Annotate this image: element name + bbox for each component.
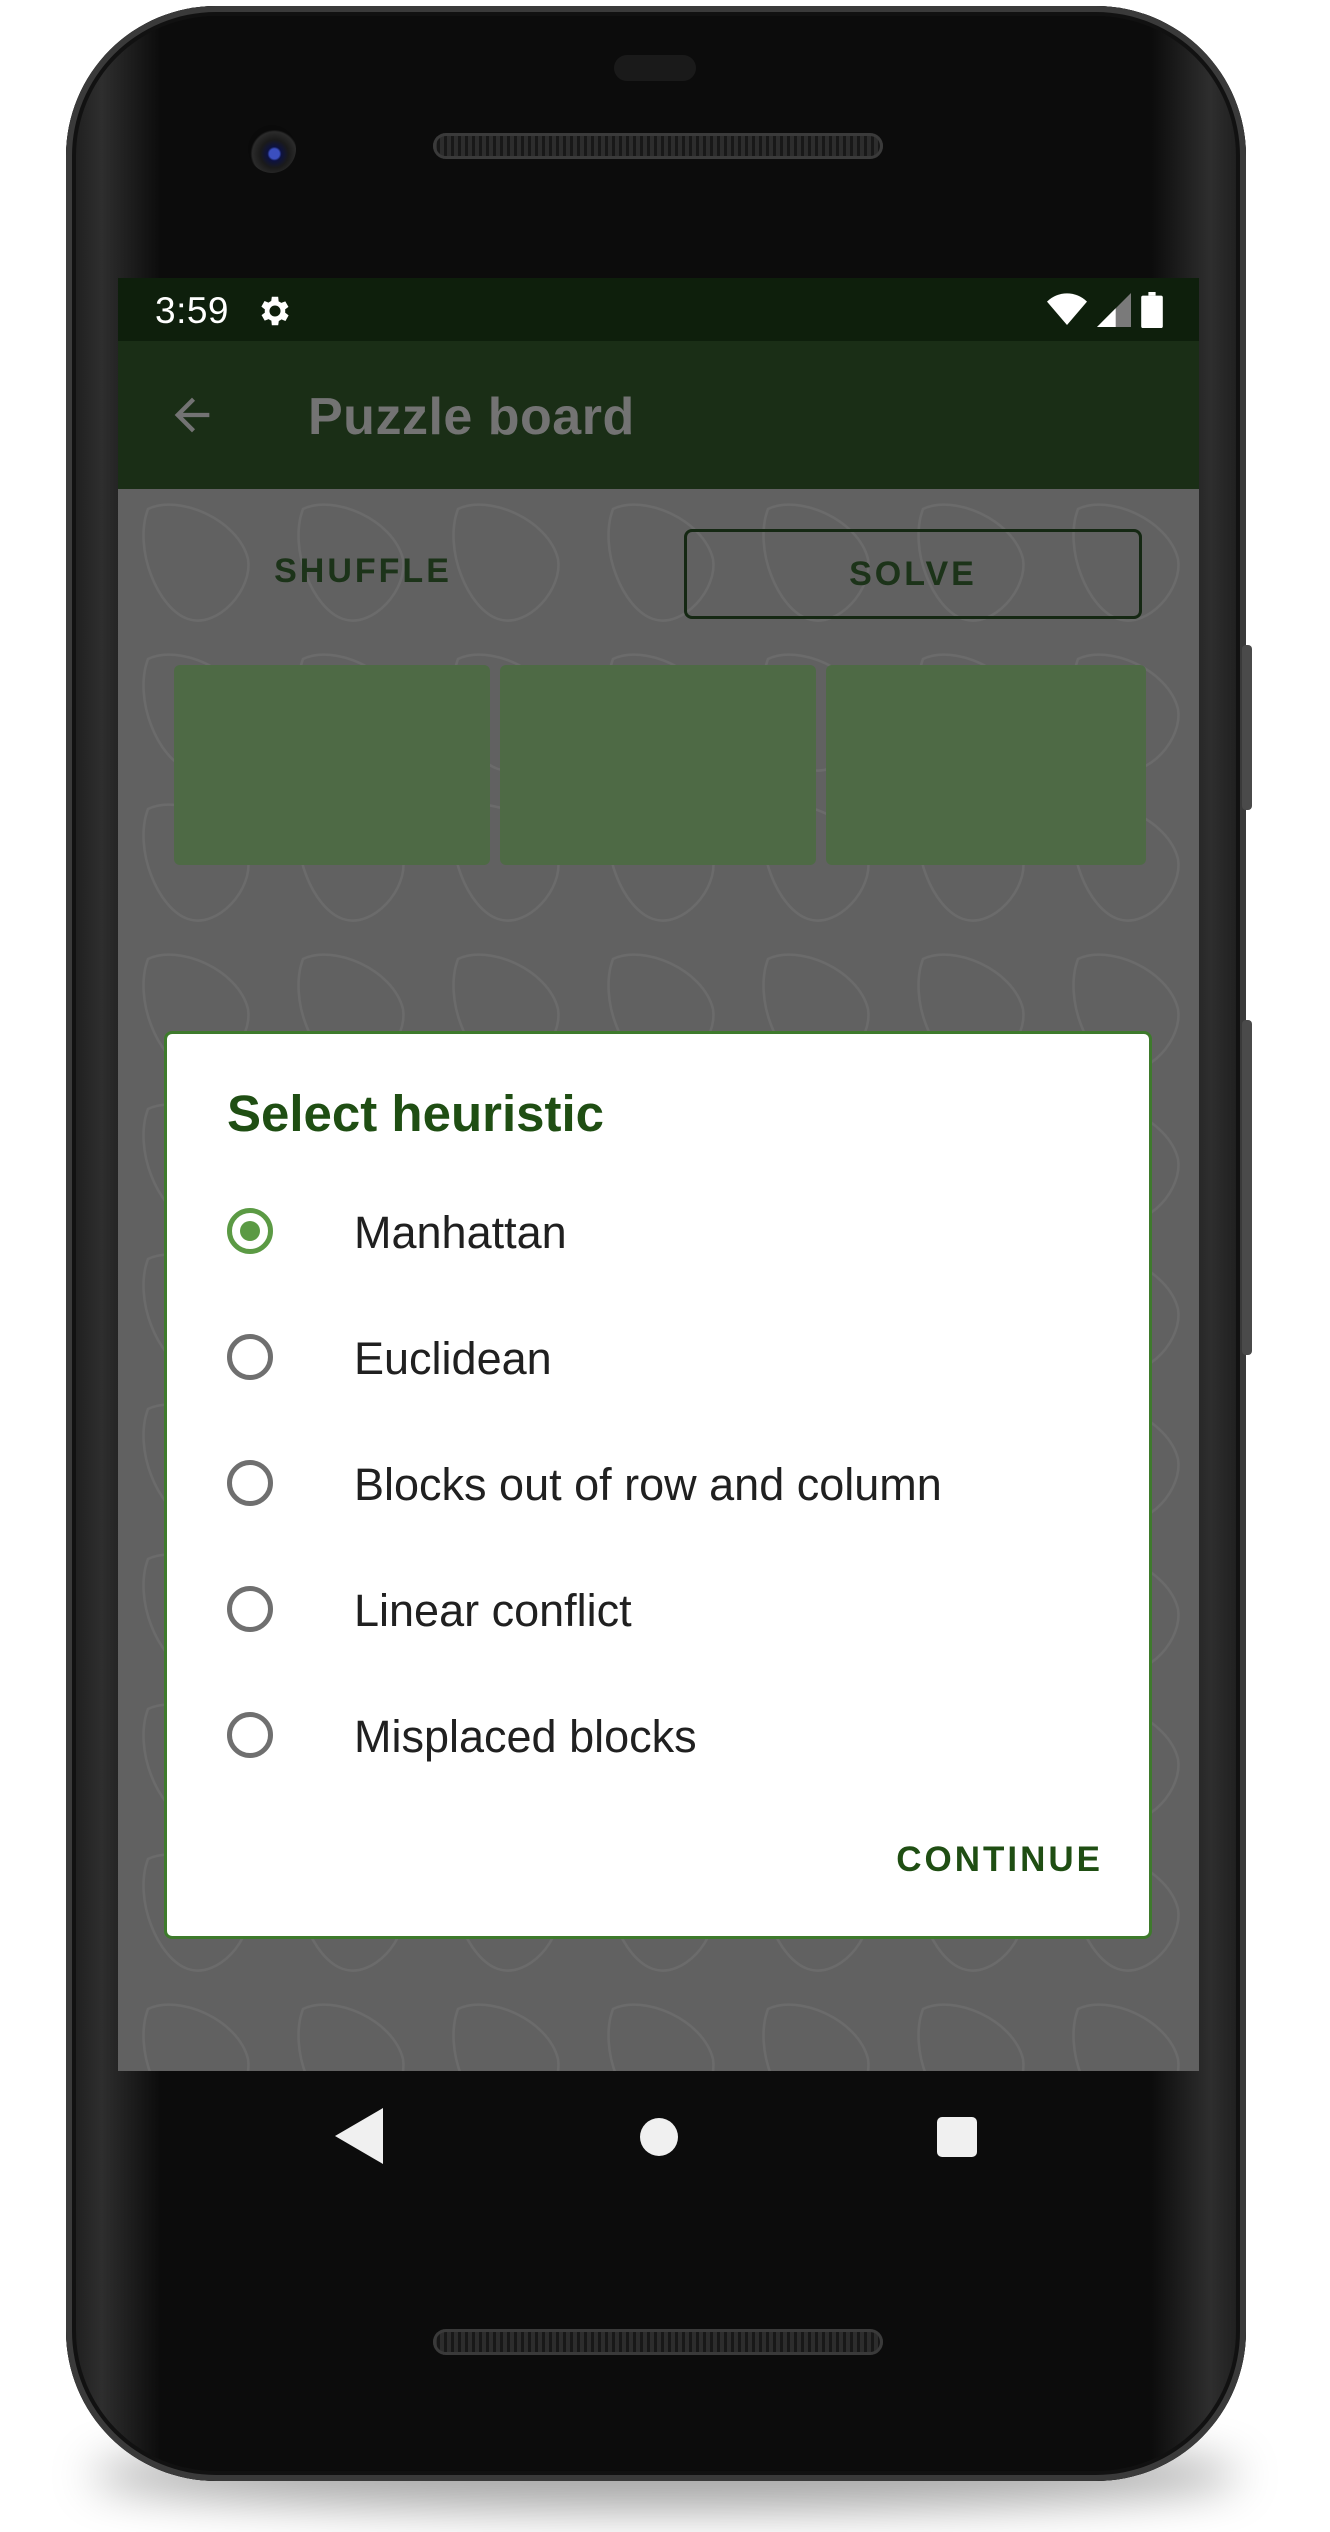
bottom-speaker — [433, 2329, 883, 2355]
power-button — [1242, 645, 1252, 810]
continue-button[interactable]: CONTINUE — [896, 1840, 1103, 1880]
radio-unchecked-icon[interactable] — [227, 1460, 273, 1506]
radio-unchecked-icon[interactable] — [227, 1712, 273, 1758]
option-label: Linear conflict — [354, 1585, 632, 1636]
option-manhattan[interactable]: Manhattan — [167, 1170, 1149, 1296]
top-speaker — [433, 133, 883, 159]
option-label: Manhattan — [354, 1207, 567, 1258]
radio-dot — [240, 1221, 260, 1241]
shuffle-button[interactable]: SHUFFLE — [238, 529, 488, 613]
option-euclidean[interactable]: Euclidean — [167, 1296, 1149, 1422]
app-bar: Puzzle board — [118, 341, 1199, 489]
gear-icon — [261, 296, 289, 326]
front-camera — [248, 125, 296, 173]
option-label: Euclidean — [354, 1333, 552, 1384]
proximity-sensor — [614, 55, 696, 81]
option-misplaced-blocks[interactable]: Misplaced blocks — [167, 1674, 1149, 1800]
radio-checked-icon[interactable] — [227, 1208, 273, 1254]
solve-button[interactable]: SOLVE — [684, 529, 1142, 619]
heuristic-dialog: Select heuristic Manhattan Euclidean Blo… — [164, 1031, 1152, 1939]
puzzle-tile — [826, 665, 1146, 865]
page-title: Puzzle board — [308, 388, 635, 446]
circle-home-icon[interactable] — [640, 2118, 678, 2156]
option-blocks-out-of-row-and-column[interactable]: Blocks out of row and column — [167, 1422, 1149, 1548]
dialog-title: Select heuristic — [227, 1085, 604, 1142]
puzzle-tile — [174, 665, 490, 865]
arrow-left-icon[interactable] — [166, 389, 218, 441]
status-bar: 3:59 — [118, 278, 1199, 341]
left-edge — [66, 190, 72, 710]
battery-icon — [1141, 292, 1163, 328]
square-recents-icon[interactable] — [937, 2117, 977, 2157]
puzzle-content: SHUFFLE SOLVE Select heuristic Manhattan… — [118, 489, 1199, 2071]
wifi-icon — [1047, 293, 1087, 325]
option-label: Blocks out of row and column — [354, 1459, 942, 1510]
triangle-back-icon[interactable] — [335, 2108, 383, 2164]
status-icons — [1047, 292, 1163, 328]
radio-unchecked-icon[interactable] — [227, 1334, 273, 1380]
signal-icon — [1097, 293, 1131, 327]
puzzle-tile — [500, 665, 816, 865]
status-time: 3:59 — [155, 290, 230, 331]
screen: 3:59 Puzzle board SHUFFLE SOLVE Select h… — [118, 278, 1199, 2071]
option-linear-conflict[interactable]: Linear conflict — [167, 1548, 1149, 1674]
option-label: Misplaced blocks — [354, 1711, 697, 1762]
radio-unchecked-icon[interactable] — [227, 1586, 273, 1632]
volume-button — [1242, 1020, 1252, 1355]
